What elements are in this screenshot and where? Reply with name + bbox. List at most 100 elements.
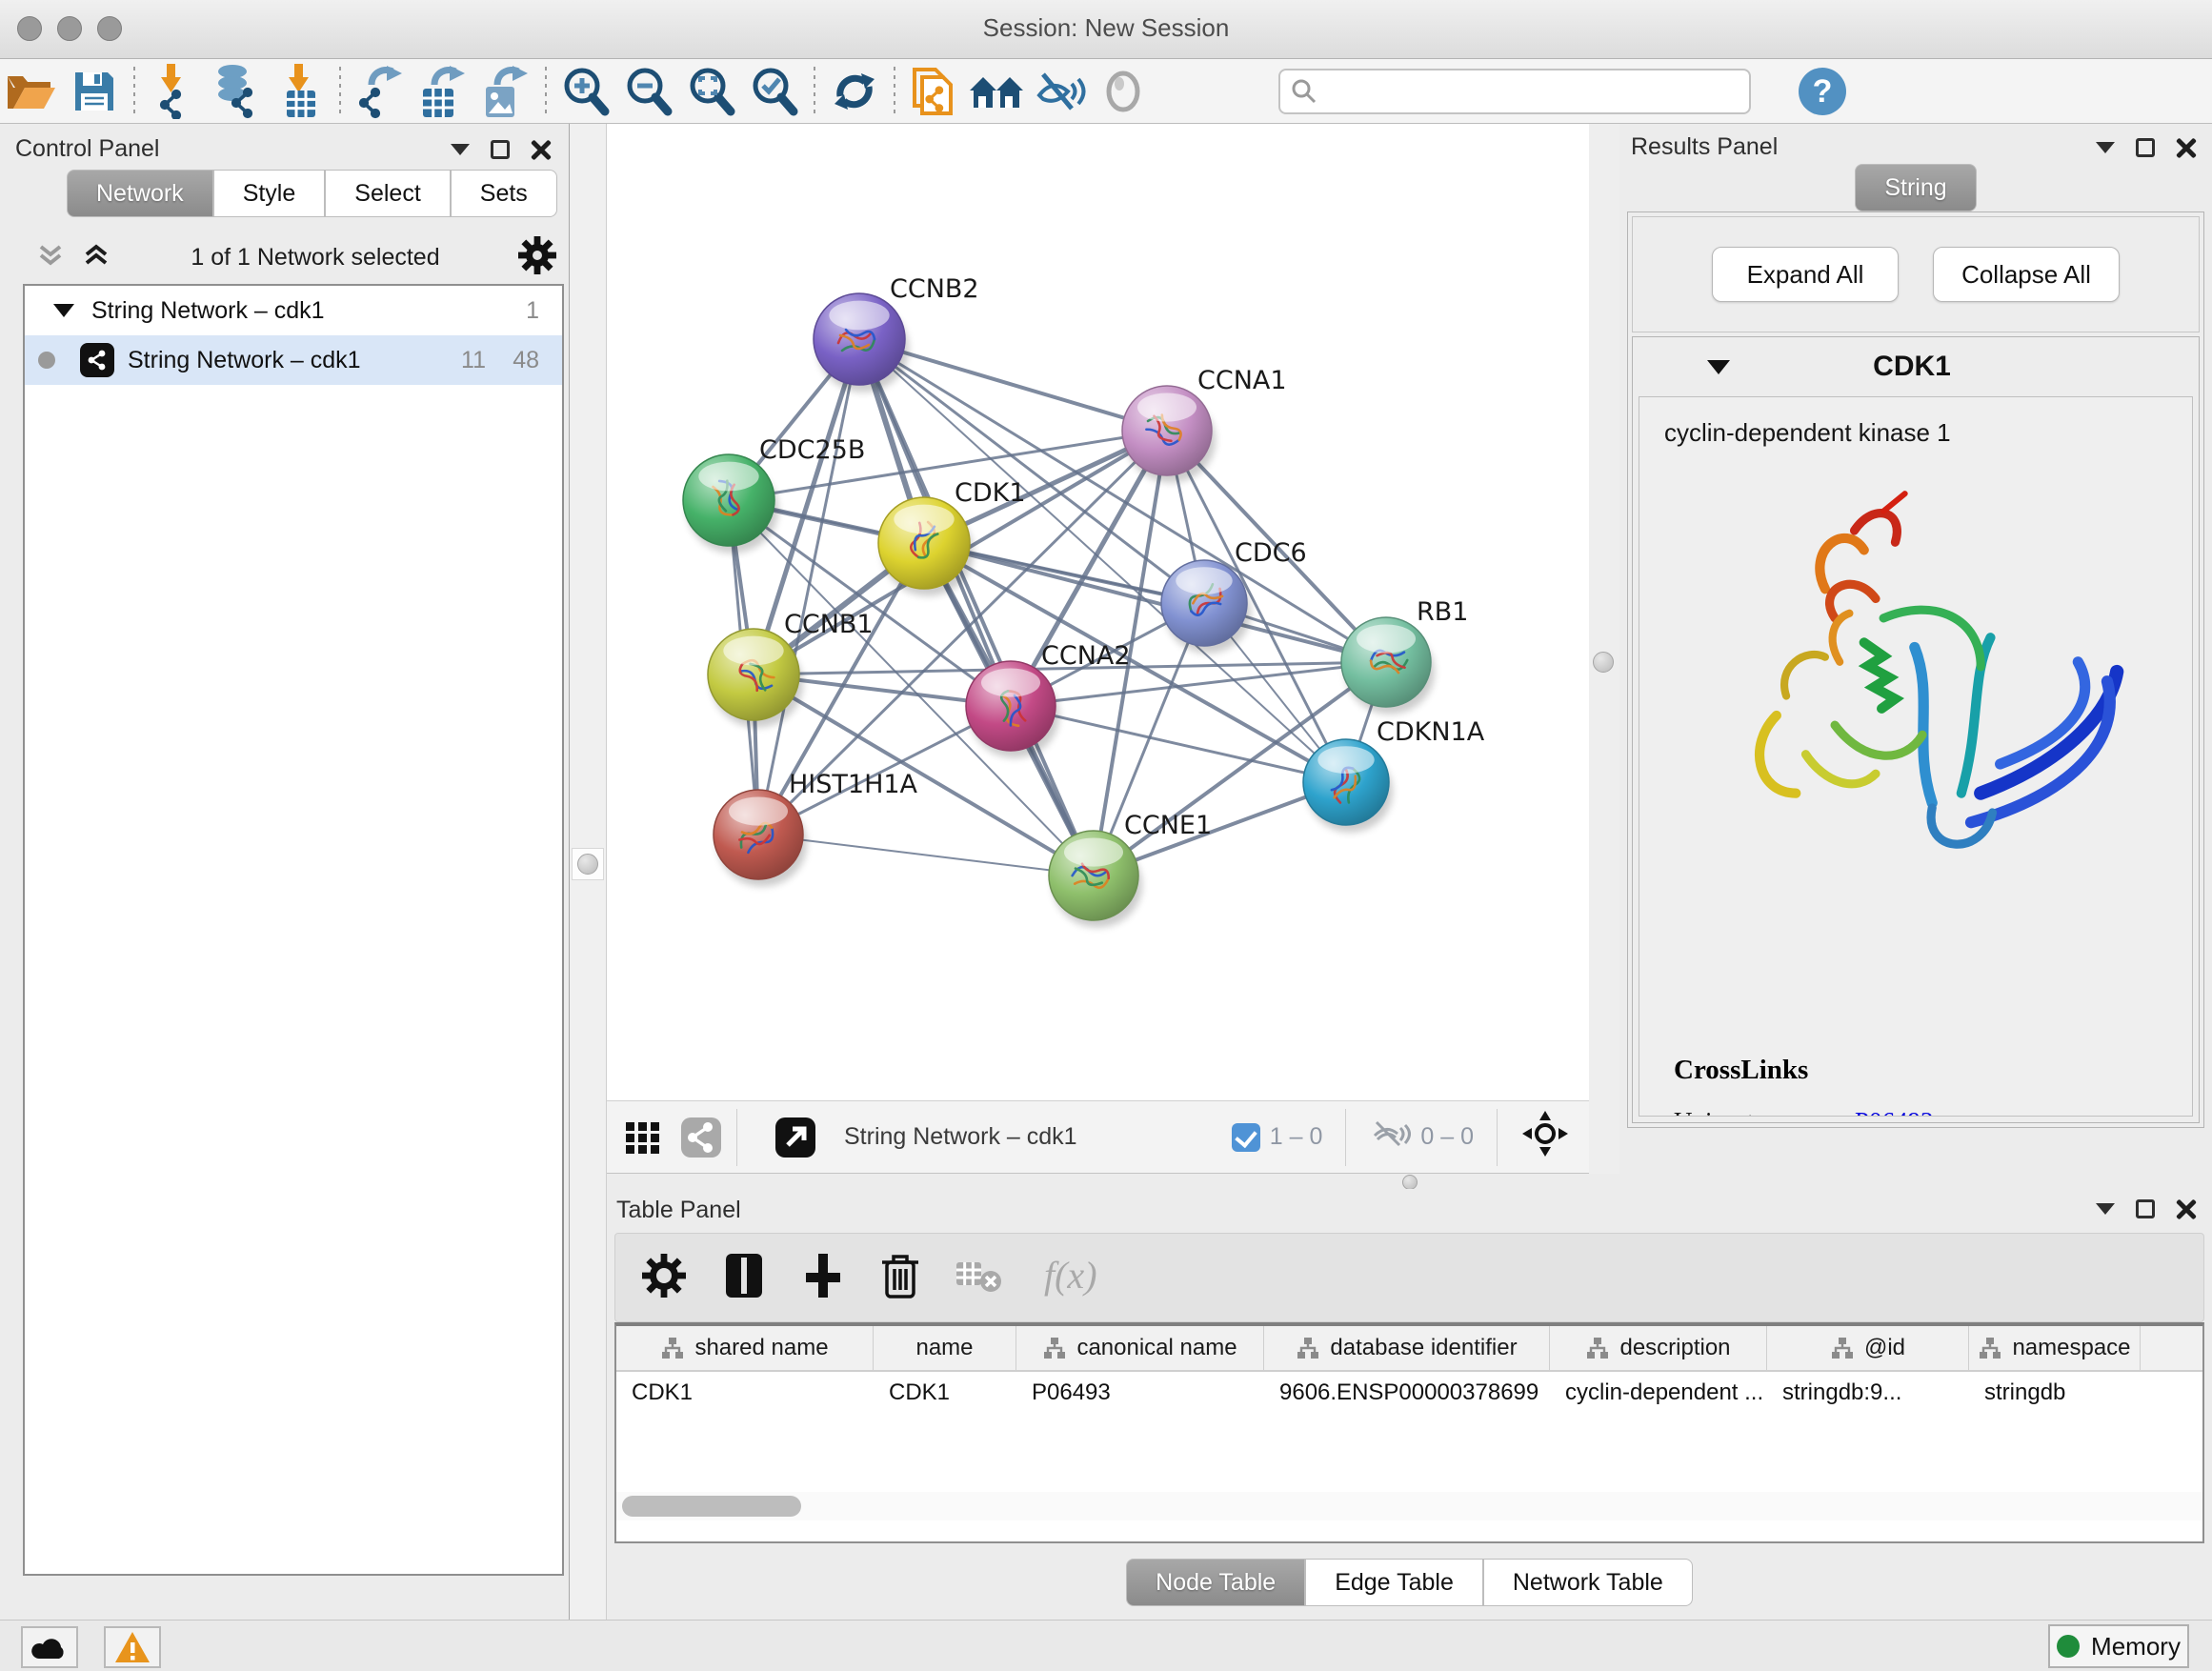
network-node-RB1[interactable]: RB1 (1341, 597, 1468, 715)
open-in-new-window-icon[interactable] (774, 1116, 817, 1159)
column-header-canonical-name[interactable]: canonical name (1016, 1326, 1264, 1370)
delete-table-icon[interactable] (956, 1257, 1002, 1299)
function-builder-icon[interactable]: f(x) (1038, 1250, 1115, 1306)
network-share-view-icon[interactable] (679, 1116, 723, 1159)
gene-entry-header[interactable]: CDK1 (1633, 337, 2199, 396)
refresh-icon[interactable] (823, 64, 886, 119)
tab-network[interactable]: Network (67, 170, 213, 217)
splitter-handle-icon[interactable] (572, 848, 604, 880)
table-horizontal-scrollbar[interactable] (616, 1492, 2202, 1520)
warning-status-button[interactable] (104, 1626, 161, 1668)
table-cell[interactable]: cyclin-dependent ... (1550, 1372, 1767, 1414)
file-share-icon[interactable] (903, 64, 966, 119)
right-splitter[interactable] (1589, 124, 1619, 1174)
houses-icon[interactable] (966, 64, 1029, 119)
zoom-out-icon[interactable] (617, 64, 680, 119)
zoom-in-icon[interactable] (554, 64, 617, 119)
svg-text:?: ? (1813, 73, 1833, 110)
panel-menu-icon[interactable] (2096, 142, 2115, 153)
expand-all-icon[interactable] (80, 239, 112, 276)
column-header-description[interactable]: description (1550, 1326, 1767, 1370)
cloud-status-button[interactable] (21, 1626, 78, 1668)
network-row-selected[interactable]: String Network – cdk1 11 48 (25, 335, 562, 385)
table-cell[interactable]: CDK1 (616, 1372, 874, 1414)
selected-checkbox-icon[interactable] (1232, 1123, 1260, 1152)
tab-string[interactable]: String (1855, 164, 1976, 211)
create-column-icon[interactable] (802, 1252, 844, 1304)
float-panel-icon[interactable] (491, 140, 510, 159)
collapse-all-button[interactable]: Collapse All (1933, 247, 2120, 302)
table-row[interactable]: CDK1CDK1P064939606.ENSP00000378699cyclin… (616, 1372, 2202, 1414)
search-box (1278, 69, 1751, 114)
results-content: Expand All Collapse All CDK1 cyclin-depe… (1627, 211, 2204, 1128)
column-header-shared-name[interactable]: shared name (616, 1326, 874, 1370)
tab-sets[interactable]: Sets (451, 170, 557, 217)
network-node-CCNB1[interactable]: CCNB1 (708, 610, 874, 728)
network-node-CCNB2[interactable]: CCNB2 (814, 274, 979, 393)
panel-menu-icon[interactable] (2096, 1203, 2115, 1215)
import-network-database-icon[interactable] (206, 64, 269, 119)
column-header-database-identifier[interactable]: database identifier (1264, 1326, 1550, 1370)
table-cell[interactable]: P06493 (1016, 1372, 1264, 1414)
grid-view-icon[interactable] (622, 1117, 664, 1158)
status-bar: Memory (0, 1620, 2212, 1671)
crosslinks-section: CrossLinks Uniprot:P06493GeneCard:P06493… (1674, 1055, 2117, 1117)
left-splitter[interactable] (570, 124, 607, 1620)
column-header-name[interactable]: name (874, 1326, 1016, 1370)
import-network-file-icon[interactable] (143, 64, 206, 119)
export-table-icon[interactable] (412, 64, 474, 119)
collection-expand-icon[interactable] (53, 304, 74, 317)
network-collection-row[interactable]: String Network – cdk1 1 (25, 286, 562, 335)
network-node-CDKN1A[interactable]: CDKN1A (1303, 717, 1485, 833)
table-cell[interactable]: stringdb:9... (1767, 1372, 1969, 1414)
network-options-gear-icon[interactable] (518, 236, 556, 279)
tab-select[interactable]: Select (325, 170, 450, 217)
crosslink-link[interactable]: P06493 (1855, 1107, 1934, 1117)
close-panel-icon[interactable] (531, 139, 552, 160)
tab-network-table[interactable]: Network Table (1483, 1559, 1693, 1606)
float-panel-icon[interactable] (2136, 138, 2155, 157)
hide-eye-icon[interactable] (1029, 64, 1092, 119)
tab-style[interactable]: Style (213, 170, 326, 217)
delete-columns-icon[interactable] (880, 1251, 920, 1305)
hidden-eye-icon[interactable] (1369, 1113, 1411, 1161)
help-icon[interactable]: ? (1791, 64, 1854, 119)
table-cell[interactable]: stringdb (1969, 1372, 2141, 1414)
network-node-HIST1H1A[interactable]: HIST1H1A (714, 770, 918, 887)
memory-button[interactable]: Memory (2048, 1624, 2189, 1668)
network-node-CCNA1[interactable]: CCNA1 (1122, 366, 1287, 483)
open-session-icon[interactable] (0, 64, 63, 119)
panel-menu-icon[interactable] (451, 144, 470, 155)
table-cell[interactable]: 9606.ENSP00000378699 (1264, 1372, 1550, 1414)
node-label-HIST1H1A: HIST1H1A (789, 770, 918, 799)
export-image-icon[interactable] (474, 64, 537, 119)
float-panel-icon[interactable] (2136, 1199, 2155, 1218)
eye-disabled-icon[interactable] (1092, 64, 1155, 119)
close-panel-icon[interactable] (2176, 1198, 2197, 1219)
search-input[interactable] (1318, 72, 1739, 111)
table-cell[interactable]: CDK1 (874, 1372, 1016, 1414)
zoom-fit-icon[interactable] (680, 64, 743, 119)
horizontal-splitter[interactable] (607, 1174, 2212, 1189)
birdseye-crosshair-icon[interactable] (1520, 1109, 1570, 1165)
expand-all-button[interactable]: Expand All (1712, 247, 1899, 302)
network-canvas[interactable]: CCNB2CCNA1CDC25BCDK1CDC6RB1CCNB1CCNA2CDK… (607, 124, 1589, 1100)
export-network-icon[interactable] (349, 64, 412, 119)
collection-count: 1 (526, 297, 539, 325)
tab-edge-table[interactable]: Edge Table (1305, 1559, 1483, 1606)
network-node-CDK1[interactable]: CDK1 (878, 478, 1026, 596)
scrollbar-thumb[interactable] (622, 1496, 801, 1517)
collapse-entry-icon[interactable] (1707, 360, 1730, 374)
save-session-icon[interactable] (63, 64, 126, 119)
import-table-icon[interactable] (269, 64, 332, 119)
splitter-handle-icon[interactable] (1587, 646, 1619, 678)
show-columns-icon[interactable] (722, 1252, 766, 1304)
table-options-gear-icon[interactable] (642, 1254, 686, 1302)
column-header-namespace[interactable]: namespace (1969, 1326, 2141, 1370)
column-header-@id[interactable]: @id (1767, 1326, 1969, 1370)
network-node-CDC25B[interactable]: CDC25B (683, 435, 865, 554)
close-panel-icon[interactable] (2176, 137, 2197, 158)
tab-node-table[interactable]: Node Table (1126, 1559, 1305, 1606)
zoom-selected-icon[interactable] (743, 64, 806, 119)
collapse-all-icon[interactable] (34, 239, 67, 276)
